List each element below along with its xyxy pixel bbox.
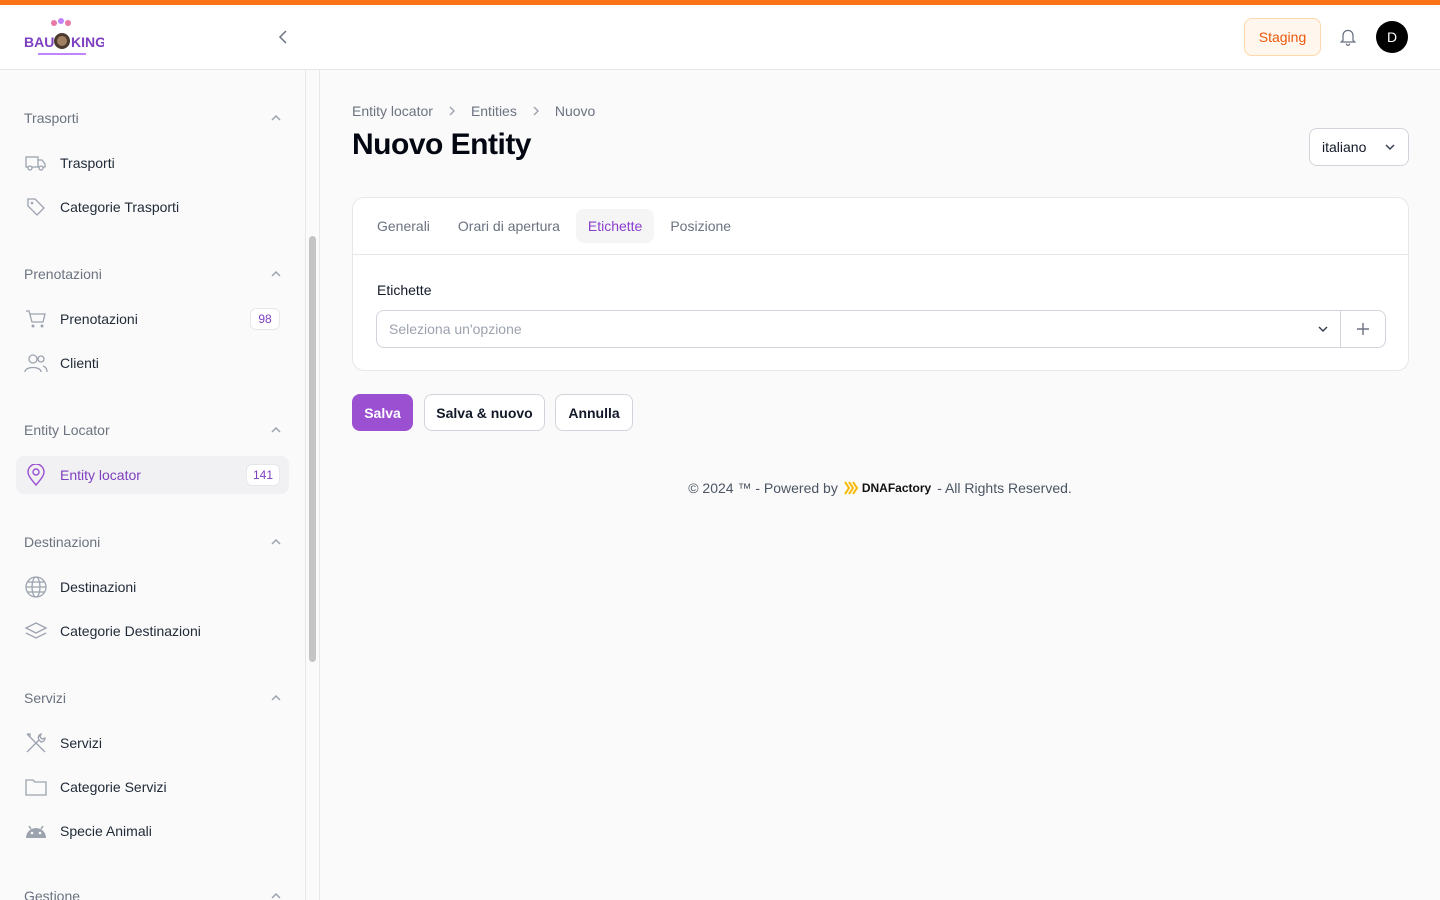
save-and-new-button[interactable]: Salva & nuovo (424, 394, 545, 431)
sidebar-group-destinazioni[interactable]: Destinazioni (24, 532, 282, 552)
users-icon (24, 351, 48, 375)
dnafactory-brand: DNAFactory (861, 481, 932, 495)
chevron-up-icon (271, 270, 281, 277)
language-value: italiano (1322, 139, 1367, 155)
svg-text:BAU: BAU (24, 34, 54, 50)
chevron-up-icon (271, 694, 281, 701)
count-badge: 98 (250, 308, 280, 330)
sidebar-item-entity-locator[interactable]: Entity locator 141 (16, 456, 289, 494)
add-option-button[interactable] (1340, 310, 1386, 348)
app-header: BAU KING Staging D (0, 5, 1440, 70)
chevron-up-icon (271, 892, 281, 899)
breadcrumb-item-entities[interactable]: Entities (471, 103, 517, 119)
chevron-down-icon (1385, 144, 1395, 151)
tab-generali[interactable]: Generali (365, 209, 442, 243)
sidebar-item-categorie-servizi[interactable]: Categorie Servizi (16, 768, 289, 806)
notifications-button[interactable] (1336, 25, 1360, 49)
tabs-divider (353, 254, 1408, 255)
sidebar-item-label: Servizi (60, 735, 103, 751)
sidebar-group-gestione[interactable]: Gestione (24, 886, 282, 900)
sidebar-item-label: Categorie Destinazioni (60, 623, 201, 639)
sidebar-scrollbar[interactable] (309, 236, 316, 662)
dnafactory-logo[interactable]: DNAFactory (843, 481, 932, 495)
cart-icon (24, 307, 48, 331)
sidebar-item-label: Categorie Servizi (60, 779, 167, 795)
group-title: Trasporti (24, 110, 79, 126)
breadcrumb: Entity locator Entities Nuovo (352, 100, 595, 122)
sidebar-group-prenotazioni[interactable]: Prenotazioni (24, 264, 282, 284)
tools-icon (24, 731, 48, 755)
group-title: Destinazioni (24, 534, 101, 550)
sidebar-item-trasporti[interactable]: Trasporti (16, 144, 289, 182)
etichette-label: Etichette (377, 282, 432, 298)
form-tabs: Generali Orari di apertura Etichette Pos… (365, 209, 747, 245)
bell-icon (1339, 29, 1357, 46)
chevron-down-icon (1318, 326, 1328, 333)
map-pin-icon (24, 463, 48, 487)
sidebar-group-trasporti[interactable]: Trasporti (24, 108, 282, 128)
sidebar-item-label: Trasporti (60, 155, 115, 171)
sidebar-item-categorie-destinazioni[interactable]: Categorie Destinazioni (16, 612, 289, 650)
chevron-right-icon (531, 106, 541, 116)
sidebar-item-label: Specie Animali (60, 823, 152, 839)
bauking-logo[interactable]: BAU KING (24, 17, 106, 59)
language-select[interactable]: italiano (1309, 128, 1409, 166)
sidebar-item-prenotazioni[interactable]: Prenotazioni 98 (16, 300, 289, 338)
footer-suffix: - All Rights Reserved. (937, 480, 1072, 496)
etichette-select[interactable]: Seleziona un'opzione (376, 310, 1341, 348)
sidebar-item-label: Destinazioni (60, 579, 137, 595)
count-badge: 141 (245, 464, 280, 486)
sidebar-item-label: Categorie Trasporti (60, 199, 180, 215)
group-title: Entity Locator (24, 422, 110, 438)
tab-posizione[interactable]: Posizione (658, 209, 743, 243)
chevron-up-icon (271, 426, 281, 433)
sidebar: Trasporti Trasporti Categorie Trasporti … (0, 70, 306, 900)
svg-text:KING: KING (71, 34, 104, 50)
footer-prefix: © 2024 ™ - Powered by (688, 480, 838, 496)
dnafactory-mark-icon (843, 481, 859, 495)
tab-etichette[interactable]: Etichette (575, 209, 655, 243)
chevron-up-icon (271, 538, 281, 545)
sidebar-item-label: Prenotazioni (60, 311, 138, 327)
chevron-left-icon (278, 30, 287, 44)
sidebar-item-specie-animali[interactable]: Specie Animali (16, 812, 289, 850)
layers-icon (24, 619, 48, 643)
staging-badge[interactable]: Staging (1244, 18, 1321, 56)
group-title: Prenotazioni (24, 266, 102, 282)
sidebar-item-clienti[interactable]: Clienti (16, 344, 289, 382)
android-icon (24, 819, 48, 843)
save-button[interactable]: Salva (352, 394, 413, 431)
cancel-button[interactable]: Annulla (555, 394, 633, 431)
sidebar-group-servizi[interactable]: Servizi (24, 688, 282, 708)
breadcrumb-item-entity-locator[interactable]: Entity locator (352, 103, 433, 119)
sidebar-item-servizi[interactable]: Servizi (16, 724, 289, 762)
sidebar-item-label: Entity locator (60, 467, 141, 483)
tag-icon (24, 195, 48, 219)
folder-icon (24, 775, 48, 799)
collapse-sidebar-button[interactable] (272, 25, 296, 49)
group-title: Servizi (24, 690, 67, 706)
sidebar-item-label: Clienti (60, 355, 99, 371)
breadcrumb-item-current: Nuovo (554, 103, 596, 119)
chevron-up-icon (271, 114, 281, 121)
sidebar-item-destinazioni[interactable]: Destinazioni (16, 568, 289, 606)
truck-icon (24, 151, 48, 175)
plus-icon (1357, 323, 1369, 335)
tab-orari-di-apertura[interactable]: Orari di apertura (446, 209, 572, 243)
select-placeholder: Seleziona un'opzione (389, 321, 522, 337)
globe-icon (24, 575, 48, 599)
user-avatar[interactable]: D (1376, 21, 1408, 53)
sidebar-group-entity-locator[interactable]: Entity Locator (24, 420, 282, 440)
chevron-right-icon (447, 106, 457, 116)
sidebar-item-categorie-trasporti[interactable]: Categorie Trasporti (16, 188, 289, 226)
group-title: Gestione (24, 888, 81, 900)
page-title: Nuovo Entity (352, 128, 532, 161)
form-card: Generali Orari di apertura Etichette Pos… (352, 197, 1409, 371)
footer: © 2024 ™ - Powered by DNAFactory - All R… (320, 478, 1440, 498)
